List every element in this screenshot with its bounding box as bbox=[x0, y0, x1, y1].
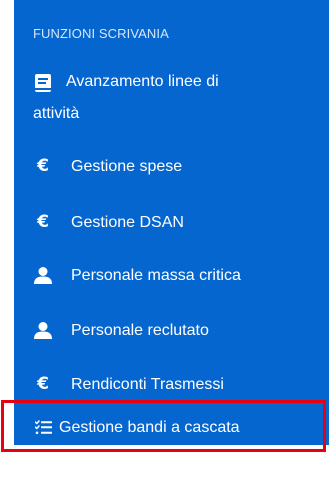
sidebar-item-label: Gestione bandi a cascata bbox=[59, 419, 240, 436]
sidebar-panel: FUNZIONI SCRIVANIA Avanzamento linee di … bbox=[14, 0, 329, 445]
sidebar-item-label: Gestione DSAN bbox=[71, 214, 184, 231]
book-icon bbox=[35, 74, 51, 92]
sidebar-item-avanzamento-linee-di-attivita[interactable]: Avanzamento linee di attività bbox=[14, 70, 329, 126]
section-title: FUNZIONI SCRIVANIA bbox=[33, 26, 169, 41]
sidebar-item-label: Rendiconti Trasmessi bbox=[71, 376, 224, 393]
user-icon bbox=[34, 322, 52, 339]
sidebar-item-label: Personale reclutato bbox=[71, 322, 209, 339]
euro-icon: € bbox=[37, 374, 49, 394]
sidebar-item-gestione-bandi-a-cascata[interactable]: Gestione bandi a cascata bbox=[14, 416, 329, 442]
sidebar-item-rendiconti-trasmessi[interactable]: € Rendiconti Trasmessi bbox=[14, 373, 329, 399]
sidebar-item-label: Personale massa critica bbox=[71, 267, 241, 284]
euro-icon: € bbox=[37, 212, 49, 232]
sidebar-item-personale-massa-critica[interactable]: Personale massa critica bbox=[14, 264, 329, 290]
sidebar-item-gestione-spese[interactable]: € Gestione spese bbox=[14, 155, 329, 181]
sidebar-item-label-continued: attività bbox=[33, 105, 80, 122]
user-icon bbox=[34, 267, 52, 284]
euro-icon: € bbox=[37, 156, 49, 176]
sidebar-item-label: Avanzamento linee di bbox=[66, 73, 219, 90]
sidebar-item-gestione-dsan[interactable]: € Gestione DSAN bbox=[14, 211, 329, 237]
checklist-icon bbox=[34, 420, 52, 435]
sidebar-item-personale-reclutato[interactable]: Personale reclutato bbox=[14, 319, 329, 345]
sidebar-item-label: Gestione spese bbox=[71, 158, 183, 175]
